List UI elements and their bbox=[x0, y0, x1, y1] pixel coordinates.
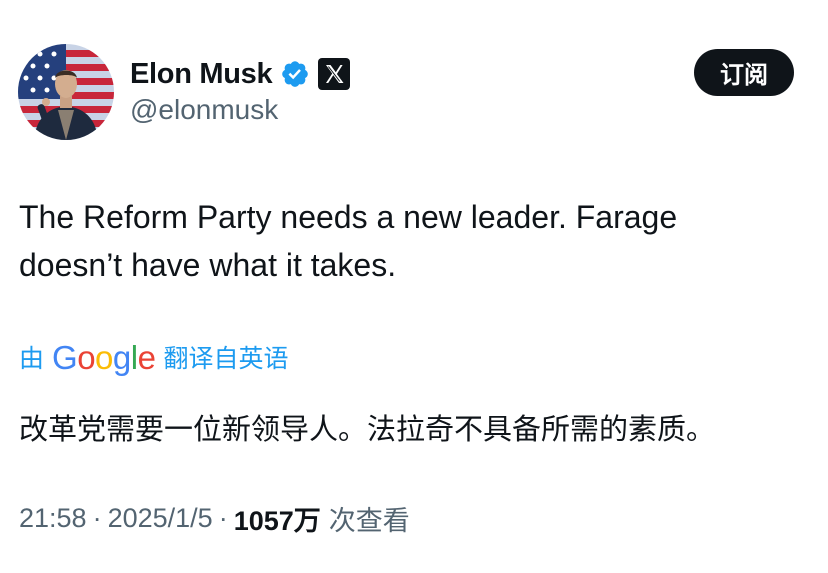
translation-suffix: 翻译自英语 bbox=[163, 345, 289, 373]
translation-attribution[interactable]: 由 Google 翻译自英语 bbox=[19, 335, 288, 379]
views-label: 次查看 bbox=[328, 505, 410, 536]
tweet-meta: 21:58 · 2025/1/5 · 1057万 次查看 bbox=[19, 498, 410, 538]
author-name-row: Elon Musk bbox=[130, 54, 351, 94]
views-count: 1057万 bbox=[233, 505, 321, 536]
google-logo: Google bbox=[52, 338, 156, 376]
tweet-card: Elon Musk @elonmusk 订阅 The Reform Party … bbox=[0, 0, 828, 573]
meta-separator: · bbox=[92, 502, 102, 533]
translated-text: 改革党需要一位新领导人。法拉奇不具备所需的素质。 bbox=[19, 414, 716, 446]
avatar-image bbox=[18, 44, 114, 140]
subscribe-button[interactable]: 订阅 bbox=[694, 49, 794, 96]
avatar[interactable] bbox=[18, 44, 114, 140]
author-handle[interactable]: @elonmusk bbox=[130, 94, 278, 126]
tweet-text: The Reform Party needs a new leader. Far… bbox=[19, 199, 678, 283]
tweet-date[interactable]: 2025/1/5 bbox=[108, 503, 213, 534]
display-name[interactable]: Elon Musk bbox=[130, 58, 273, 91]
verified-badge-icon bbox=[280, 59, 310, 89]
x-logo-icon bbox=[318, 58, 351, 90]
tweet-time[interactable]: 21:58 bbox=[19, 503, 87, 534]
translation-prefix: 由 bbox=[19, 345, 45, 373]
meta-separator: · bbox=[218, 502, 228, 533]
